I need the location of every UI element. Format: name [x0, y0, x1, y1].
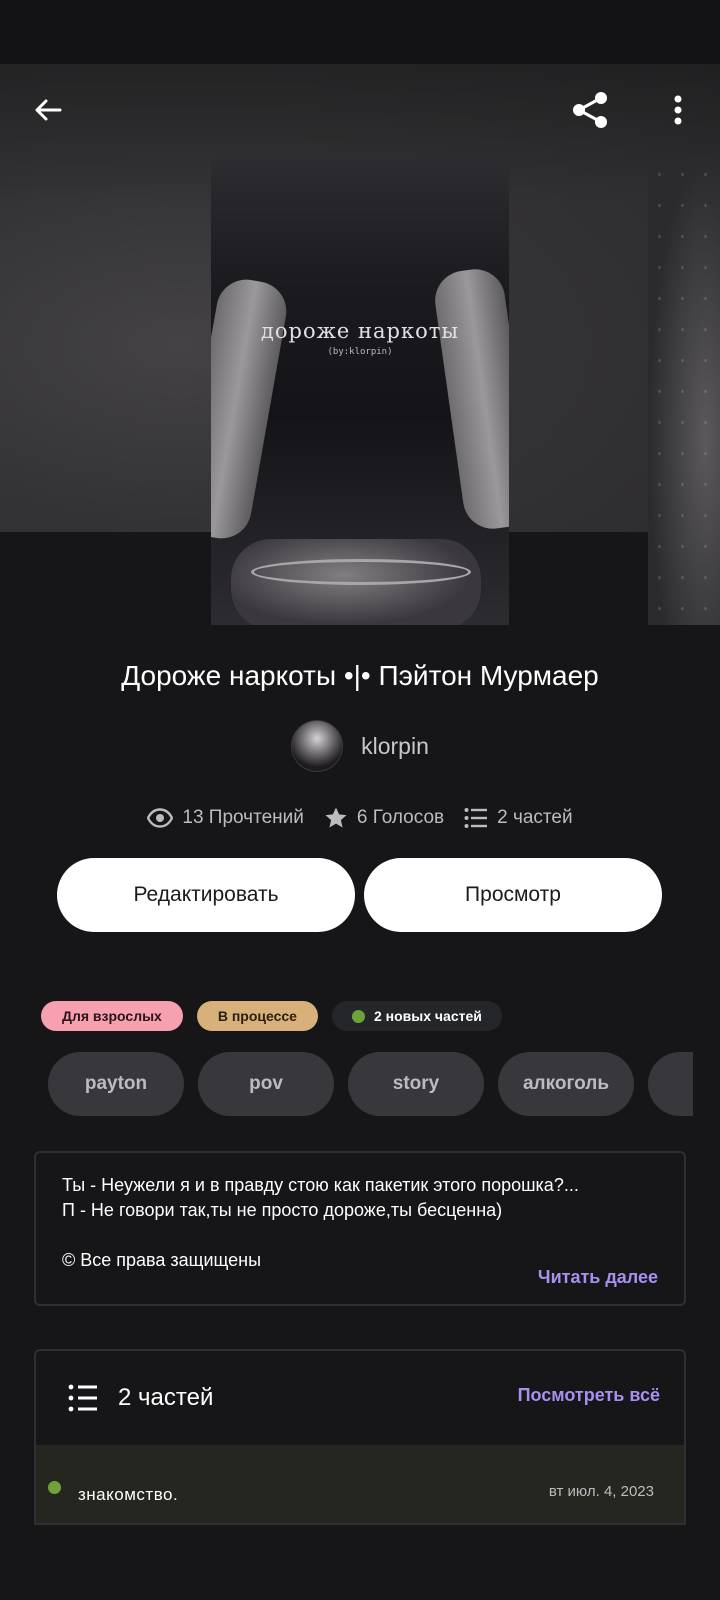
author-name[interactable]: klorpin	[361, 733, 429, 760]
tag-chip[interactable]: pov	[198, 1052, 334, 1116]
preview-button[interactable]: Просмотр	[364, 858, 662, 932]
eye-icon	[147, 808, 174, 828]
share-icon	[573, 92, 607, 128]
votes-stat: 6 Голосов	[324, 806, 444, 830]
description-text: Ты - Неужели я и в правду стою как пакет…	[62, 1175, 579, 1270]
story-stats: 13 Прочтений 6 Голосов 2 частей	[0, 800, 720, 836]
tags-carousel[interactable]: payton pov story алкоголь	[48, 1052, 693, 1116]
status-bar	[0, 0, 720, 64]
reads-count: 13 Прочтений	[182, 807, 304, 828]
edit-button[interactable]: Редактировать	[57, 858, 355, 932]
parts-header: 2 частей Посмотреть всё	[36, 1351, 684, 1445]
arrow-left-icon	[35, 99, 62, 121]
cover-art-sparkles	[648, 159, 720, 625]
tag-chip[interactable]: story	[348, 1052, 484, 1116]
back-button[interactable]	[24, 86, 72, 134]
new-part-dot	[48, 1481, 61, 1494]
cover-art-arm-right	[431, 265, 509, 533]
cover-art-handcuffs	[251, 559, 471, 585]
parts-section: 2 частей Посмотреть всё знакомство. вт и…	[34, 1349, 686, 1525]
parts-stat: 2 частей	[464, 807, 573, 829]
cover-title: дороже наркоты	[260, 319, 460, 343]
story-title: Дороже наркоты •|• Пэйтон Мурмаер	[121, 660, 599, 691]
read-more-link[interactable]: Читать далее	[538, 1265, 658, 1290]
more-vertical-icon	[674, 95, 682, 125]
author-avatar[interactable]	[291, 720, 344, 772]
part-date: вт июл. 4, 2023	[548, 1483, 654, 1500]
new-parts-label: 2 новых частей	[373, 1008, 482, 1024]
cover-art-arm-left	[211, 274, 292, 544]
book-cover[interactable]: дороже наркоты (by:klorpin)	[211, 159, 509, 625]
new-parts-badge: 2 новых частей	[331, 1001, 502, 1031]
author-row[interactable]: klorpin	[0, 720, 720, 772]
new-indicator-dot	[351, 1009, 365, 1023]
story-badges: Для взрослых В процессе 2 новых частей	[41, 1001, 502, 1031]
tag-chip[interactable]	[648, 1052, 693, 1116]
story-details-screen: дороже наркоты (by:klorpin) Дороже нарко…	[0, 0, 720, 1600]
list-icon	[68, 1384, 97, 1412]
reads-stat: 13 Прочтений	[147, 807, 304, 829]
parts-title: 2 частей	[118, 1384, 214, 1411]
see-all-link[interactable]: Посмотреть всё	[518, 1385, 660, 1406]
part-title: знакомство.	[78, 1485, 179, 1504]
status-badge: В процессе	[196, 1001, 318, 1031]
part-list-item[interactable]: знакомство. вт июл. 4, 2023	[36, 1445, 684, 1523]
list-icon	[464, 808, 488, 828]
tag-chip[interactable]: payton	[48, 1052, 184, 1116]
cover-subtitle: (by:klorpin)	[327, 347, 393, 357]
parts-count: 2 частей	[497, 807, 573, 828]
description-box: Ты - Неужели я и в правду стою как пакет…	[34, 1151, 686, 1306]
mature-badge: Для взрослых	[41, 1001, 183, 1031]
tag-chip[interactable]: алкоголь	[498, 1052, 634, 1116]
next-book-cover-peek[interactable]	[648, 159, 720, 625]
more-options-button[interactable]	[654, 86, 702, 134]
share-button[interactable]	[566, 86, 614, 134]
votes-count: 6 Голосов	[356, 807, 445, 828]
star-icon	[325, 807, 347, 828]
